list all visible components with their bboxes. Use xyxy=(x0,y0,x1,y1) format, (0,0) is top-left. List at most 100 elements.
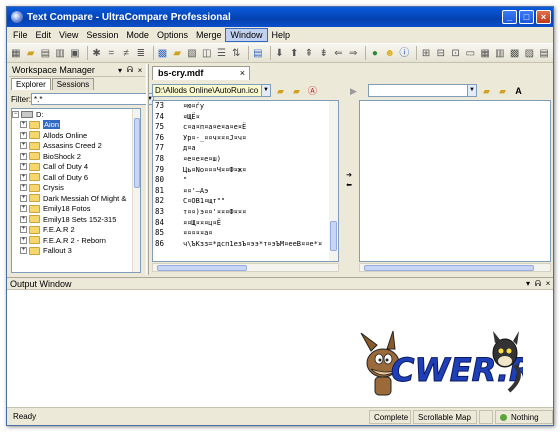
dropdown-icon[interactable]: ▾ xyxy=(115,66,125,75)
folder-mode-icon[interactable]: ▰ xyxy=(171,47,183,60)
right-horizontal-thumb[interactable] xyxy=(364,265,534,271)
tree-folder-row[interactable]: + Dark Messiah Of Might & xyxy=(12,193,140,204)
window-icon[interactable]: ▭ xyxy=(464,47,476,60)
right-horizontal-scrollbar[interactable] xyxy=(359,263,551,272)
cascade-icon[interactable]: ▥ xyxy=(494,47,506,60)
merge-right-icon[interactable]: ⇒ xyxy=(347,47,359,60)
left-encoding-icon[interactable]: Ⓐ xyxy=(306,85,319,97)
tab-explorer[interactable]: Explorer xyxy=(11,78,51,90)
close-tab-icon[interactable]: × xyxy=(240,67,245,79)
tree-folder-row[interactable]: + Emily18 Sets 152-315 xyxy=(12,214,140,225)
expand-icon[interactable]: + xyxy=(20,236,27,244)
text-mode-icon[interactable]: ≣ xyxy=(135,47,147,60)
left-horizontal-scrollbar[interactable] xyxy=(152,263,339,272)
right-editor[interactable] xyxy=(359,100,551,262)
split-view-icon[interactable]: ◫ xyxy=(201,47,213,60)
menu-window[interactable]: Window xyxy=(225,28,268,42)
bookmark-icon[interactable]: ⊞ xyxy=(420,47,432,60)
tree-folder-row[interactable]: + Crysis xyxy=(12,183,140,194)
expand-icon[interactable]: + xyxy=(20,205,27,213)
next-diff-icon[interactable]: ⬇ xyxy=(274,47,286,60)
left-editor-scrollbar-thumb[interactable] xyxy=(330,221,337,251)
merge-right-arrow-icon[interactable]: ➜ xyxy=(342,171,356,181)
filter-input[interactable] xyxy=(31,93,147,105)
tree-row-drive[interactable]: − D: xyxy=(12,109,140,120)
collapse-icon[interactable]: − xyxy=(12,110,19,118)
tree-folder-row[interactable]: + Allods Online xyxy=(12,130,140,141)
tree-folder-row[interactable]: + F.E.A.R 2 xyxy=(12,225,140,236)
tab-sessions[interactable]: Sessions xyxy=(51,78,95,90)
output-dropdown-icon[interactable]: ▾ xyxy=(523,279,533,288)
right-path-field[interactable] xyxy=(368,84,468,97)
asterisk-icon[interactable]: ✱ xyxy=(91,47,103,60)
left-editor-scrollbar[interactable] xyxy=(329,101,338,261)
smiley-icon[interactable]: ☻ xyxy=(384,47,396,60)
filter-icon[interactable]: ⊡ xyxy=(450,47,462,60)
right-browse-icon[interactable]: ▰ xyxy=(496,85,509,97)
swap-icon[interactable]: ⇅ xyxy=(230,47,242,60)
first-diff-icon[interactable]: ⇞ xyxy=(303,47,315,60)
tree-folder-row[interactable]: + F.E.A.R 2 - Reborn xyxy=(12,235,140,246)
not-equals-icon[interactable]: ≠ xyxy=(120,47,132,60)
close-pane-icon[interactable]: × xyxy=(135,66,145,75)
tree-folder-row[interactable]: + Aion xyxy=(12,120,140,131)
tile-icon[interactable]: ▦ xyxy=(479,47,491,60)
print-preview-icon[interactable]: ▥ xyxy=(54,47,66,60)
expand-icon[interactable]: + xyxy=(20,215,27,223)
output-close-icon[interactable]: × xyxy=(543,279,553,288)
menu-help[interactable]: Help xyxy=(268,28,295,42)
expand-icon[interactable]: + xyxy=(20,152,27,160)
expand-icon[interactable]: + xyxy=(20,226,27,234)
layout-icon[interactable]: ▤ xyxy=(252,47,264,60)
new-compare-icon[interactable]: ▦ xyxy=(10,47,22,60)
tree-folder-row[interactable]: + Emily18 Fotos xyxy=(12,204,140,215)
expand-icon[interactable]: + xyxy=(20,121,27,129)
tree-folder-row[interactable]: + Call of Duty 4 xyxy=(12,162,140,173)
pane-splitter[interactable] xyxy=(146,64,149,275)
output-pin-icon[interactable]: ᕱ xyxy=(533,279,543,289)
left-browse-icon[interactable]: ▰ xyxy=(290,85,303,97)
web-icon[interactable]: ● xyxy=(369,47,381,60)
merge-left-arrow-icon[interactable]: ⬅ xyxy=(342,181,356,191)
tree-folder-row[interactable]: + Call of Duty 6 xyxy=(12,172,140,183)
prev-diff-icon[interactable]: ⬆ xyxy=(288,47,300,60)
expand-icon[interactable]: + xyxy=(20,163,27,171)
menu-view[interactable]: View xyxy=(55,28,82,42)
info-icon[interactable]: ⓘ xyxy=(399,47,411,60)
tree-scrollbar-thumb[interactable] xyxy=(134,118,140,188)
grid-icon[interactable]: ▨ xyxy=(523,47,535,60)
open-folder-icon[interactable]: ▰ xyxy=(25,47,37,60)
binary-mode-icon[interactable]: ▩ xyxy=(157,47,169,60)
list-view-icon[interactable]: ☰ xyxy=(216,47,228,60)
menu-merge[interactable]: Merge xyxy=(192,28,226,42)
sync-icon[interactable]: ⊟ xyxy=(435,47,447,60)
maximize-button[interactable]: □ xyxy=(519,10,534,24)
document-tab[interactable]: bs-cry.mdf × xyxy=(152,66,250,80)
save-icon[interactable]: ▣ xyxy=(69,47,81,60)
expand-icon[interactable]: + xyxy=(20,142,27,150)
tree-folder-row[interactable]: + Assasins Creed 2 xyxy=(12,141,140,152)
equals-icon[interactable]: = xyxy=(105,47,117,60)
right-open-folder-icon[interactable]: ▰ xyxy=(480,85,493,97)
expand-icon[interactable]: + xyxy=(20,247,27,255)
left-path-dropdown-icon[interactable]: ▼ xyxy=(262,84,271,97)
pin-icon[interactable]: ᕱ xyxy=(125,65,135,75)
close-button[interactable]: × xyxy=(536,10,551,24)
left-horizontal-thumb[interactable] xyxy=(157,265,247,271)
merge-left-icon[interactable]: ⇐ xyxy=(333,47,345,60)
left-path-field[interactable]: D:\Allods Online\AutoRun.ico xyxy=(152,84,262,97)
print-icon[interactable]: ▤ xyxy=(40,47,52,60)
tree-folder-row[interactable]: + Fallout 3 xyxy=(12,246,140,257)
menu-mode[interactable]: Mode xyxy=(122,28,153,42)
report-icon[interactable]: ▤ xyxy=(538,47,550,60)
tree-folder-row[interactable]: + BioShock 2 xyxy=(12,151,140,162)
tree-scrollbar[interactable] xyxy=(132,109,140,272)
menu-edit[interactable]: Edit xyxy=(32,28,56,42)
left-editor[interactable]: 73 74 75 76 77 78 79 80 81 82 83 84 85 86 ¤ю¤ѓу ¤ЩЁ¤ с¤… xyxy=(152,100,339,262)
right-font-icon[interactable]: A xyxy=(512,85,525,97)
menu-options[interactable]: Options xyxy=(153,28,192,42)
calendar-icon[interactable]: ▩ xyxy=(509,47,521,60)
menu-file[interactable]: File xyxy=(9,28,32,42)
last-diff-icon[interactable]: ⇟ xyxy=(318,47,330,60)
left-open-folder-icon[interactable]: ▰ xyxy=(274,85,287,97)
